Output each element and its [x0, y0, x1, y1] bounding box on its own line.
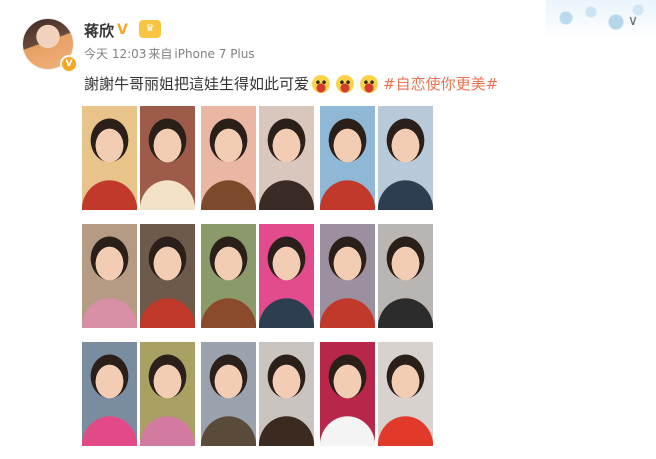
- username[interactable]: 蒋欣: [84, 20, 114, 41]
- photo-adult-leather-jacket-pink-bg[interactable]: [259, 224, 314, 328]
- photo-adult-martial-arts-pose[interactable]: [140, 342, 195, 446]
- source-device[interactable]: iPhone 7 Plus: [174, 47, 254, 61]
- photo-child-school-uniform-red-scarf[interactable]: [320, 342, 375, 446]
- vip-crown-icon[interactable]: ♛: [139, 20, 161, 38]
- photo-child-smiling-lying[interactable]: [320, 224, 375, 328]
- post-meta: 今天 12:03 来自 iPhone 7 Plus: [84, 45, 257, 62]
- photo-adult-school-uniform-red-scarf[interactable]: [378, 342, 433, 446]
- verified-v-icon: V: [117, 22, 128, 38]
- photo-adult-close-up[interactable]: [259, 342, 314, 446]
- photo-child-headband-outdoors[interactable]: [201, 224, 256, 328]
- verified-badge-icon: V: [60, 55, 78, 73]
- photo-child-opera-costume[interactable]: [82, 106, 137, 210]
- hashtag-link[interactable]: #自恋使你更美#: [383, 73, 498, 94]
- photo-adult-period-costume[interactable]: [140, 106, 195, 210]
- photo-child-red-top[interactable]: [320, 106, 375, 210]
- photo-adult-portrait-glasses[interactable]: [259, 106, 314, 210]
- surprised-face-icon: [336, 74, 355, 93]
- post-body: 謝謝牛哥丽姐把這娃生得如此可爱: [84, 75, 310, 93]
- photo-child-bob-close-up[interactable]: [201, 342, 256, 446]
- photo-adult-bangs-portrait[interactable]: [378, 106, 433, 210]
- post-text: 謝謝牛哥丽姐把這娃生得如此可爱 #自恋使你更美#: [84, 73, 498, 94]
- photo-child-bob-haircut[interactable]: [201, 106, 256, 210]
- photo-adult-red-dress-sitting[interactable]: [140, 224, 195, 328]
- photo-child-martial-arts-pose[interactable]: [82, 342, 137, 446]
- surprised-face-icon: [312, 74, 331, 93]
- post-time[interactable]: 今天 12:03: [84, 47, 146, 61]
- photo-child-pink-outfit-sitting[interactable]: [82, 224, 137, 328]
- photo-adult-lying-pose[interactable]: [378, 224, 433, 328]
- chevron-down-icon[interactable]: ∨: [624, 12, 642, 30]
- source-prefix: 来自: [148, 47, 173, 61]
- surprised-face-icon: [360, 74, 379, 93]
